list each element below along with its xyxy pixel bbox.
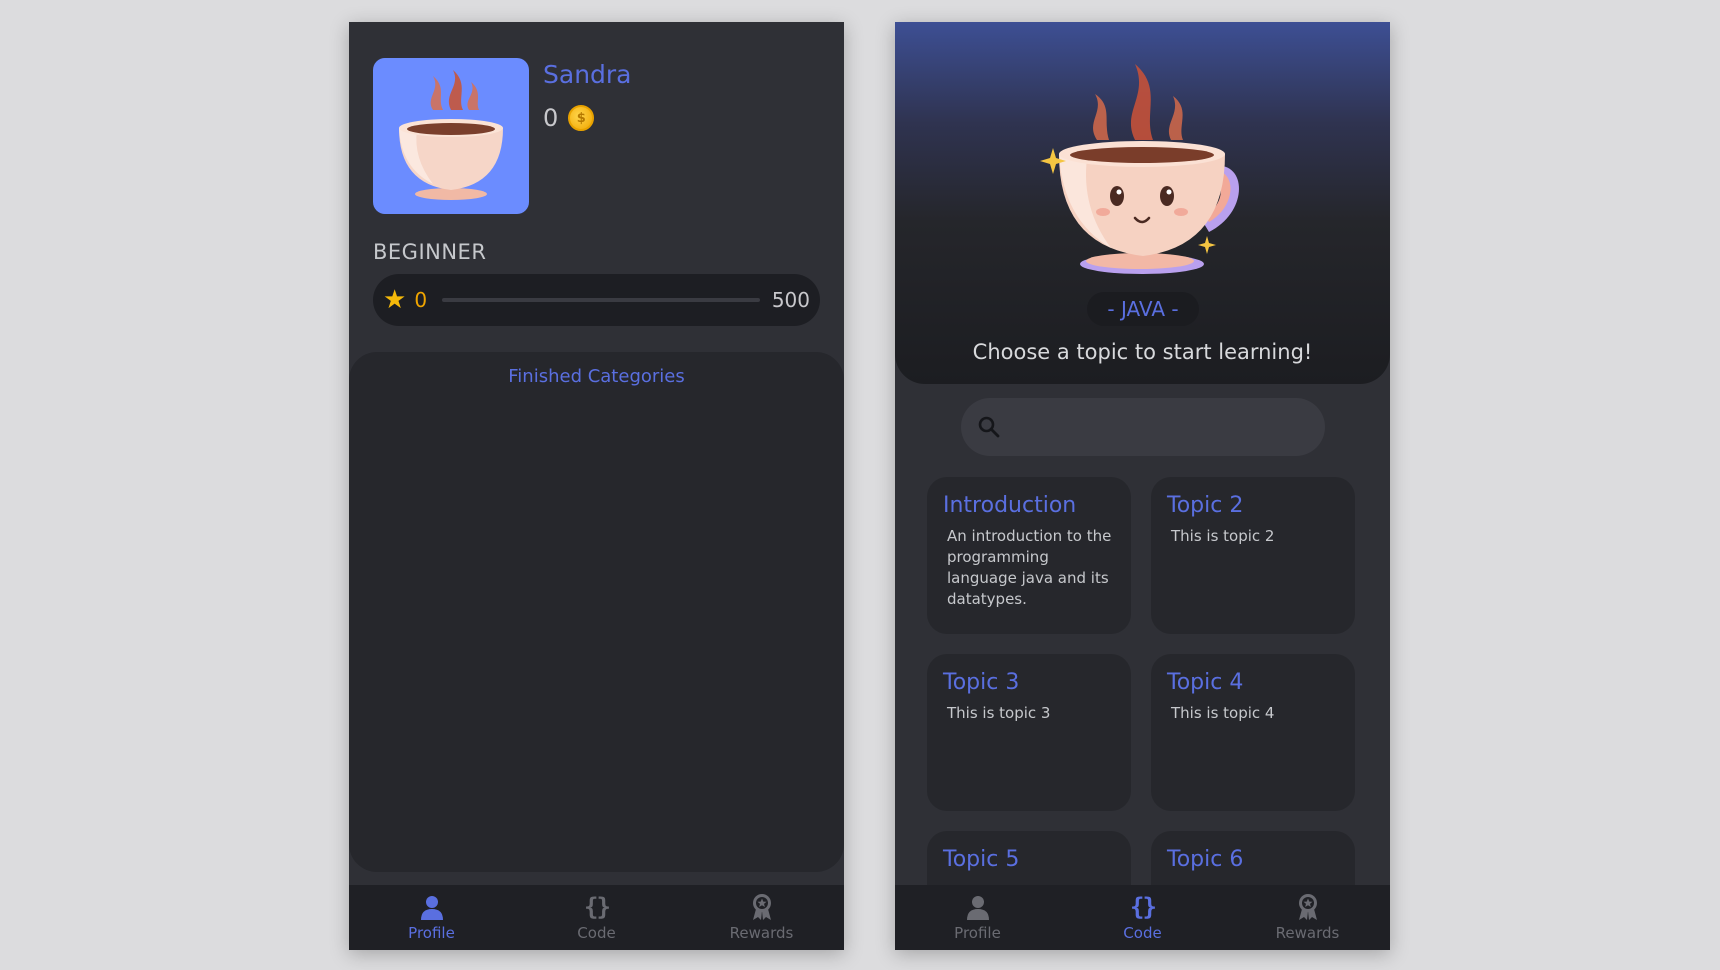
coin-icon: $	[568, 105, 595, 131]
coin-balance: 0 $	[543, 104, 595, 132]
award-badge-icon	[1296, 893, 1320, 921]
nav-label: Profile	[408, 924, 455, 942]
search-icon	[978, 416, 1000, 438]
code-screen: - JAVA - Choose a topic to start learnin…	[895, 22, 1390, 950]
bottom-nav: Profile {} Code Rewards	[895, 885, 1390, 950]
topic-description: An introduction to the programming langu…	[947, 527, 1112, 608]
topic-description: This is topic 2	[1171, 527, 1275, 545]
nav-label: Profile	[954, 924, 1001, 942]
level-label: BEGINNER	[373, 240, 487, 264]
star-icon: ★	[383, 285, 407, 315]
coin-count: 0	[543, 104, 559, 132]
coffee-cup-icon	[399, 70, 503, 200]
topic-card-introduction[interactable]: Introduction An introduction to the prog…	[927, 477, 1131, 634]
topic-grid: Introduction An introduction to the prog…	[927, 477, 1359, 950]
braces-icon: {}	[584, 893, 611, 921]
coffee-mascot-icon	[1040, 64, 1240, 274]
topic-card-topic-4[interactable]: Topic 4 This is topic 4	[1151, 654, 1355, 811]
nav-label: Code	[577, 924, 616, 942]
bottom-nav: Profile {} Code Rewards	[349, 885, 844, 950]
topic-title: Topic 2	[1167, 493, 1244, 518]
topic-title: Topic 4	[1167, 670, 1244, 695]
topic-title: Topic 5	[943, 847, 1020, 872]
nav-code[interactable]: {} Code	[514, 885, 679, 950]
nav-profile[interactable]: Profile	[349, 885, 514, 950]
nav-label: Rewards	[729, 924, 794, 942]
person-icon	[420, 893, 444, 921]
nav-label: Rewards	[1275, 924, 1340, 942]
nav-profile[interactable]: Profile	[895, 885, 1060, 950]
topic-title: Topic 3	[943, 670, 1020, 695]
topic-description: This is topic 3	[947, 704, 1051, 722]
topic-card-topic-2[interactable]: Topic 2 This is topic 2	[1151, 477, 1355, 634]
finished-categories-title: Finished Categories	[508, 366, 685, 387]
header-subtitle: Choose a topic to start learning!	[972, 340, 1313, 364]
person-icon	[966, 893, 990, 921]
search-input[interactable]	[1001, 398, 1325, 456]
xp-max: 500	[771, 288, 810, 312]
avatar[interactable]	[373, 58, 529, 214]
language-header: - JAVA - Choose a topic to start learnin…	[895, 22, 1390, 384]
award-badge-icon	[750, 893, 774, 921]
topic-title: Introduction	[943, 493, 1077, 518]
nav-label: Code	[1123, 924, 1162, 942]
braces-icon: {}	[1130, 893, 1157, 921]
nav-rewards[interactable]: Rewards	[679, 885, 844, 950]
search-bar[interactable]	[961, 398, 1325, 456]
language-label: - JAVA -	[1087, 292, 1199, 326]
nav-code[interactable]: {} Code	[1060, 885, 1225, 950]
topic-description: This is topic 4	[1171, 704, 1275, 722]
topic-card-topic-3[interactable]: Topic 3 This is topic 3	[927, 654, 1131, 811]
xp-track	[442, 298, 760, 302]
finished-categories-panel: Finished Categories	[349, 352, 844, 872]
user-name: Sandra	[543, 60, 632, 89]
xp-current: 0	[414, 288, 428, 312]
topic-title: Topic 6	[1167, 847, 1244, 872]
nav-rewards[interactable]: Rewards	[1225, 885, 1390, 950]
xp-progress-bar: ★ 0 500	[373, 274, 820, 326]
profile-screen: Sandra 0 $ BEGINNER ★ 0 500 Finished Cat…	[349, 22, 844, 950]
